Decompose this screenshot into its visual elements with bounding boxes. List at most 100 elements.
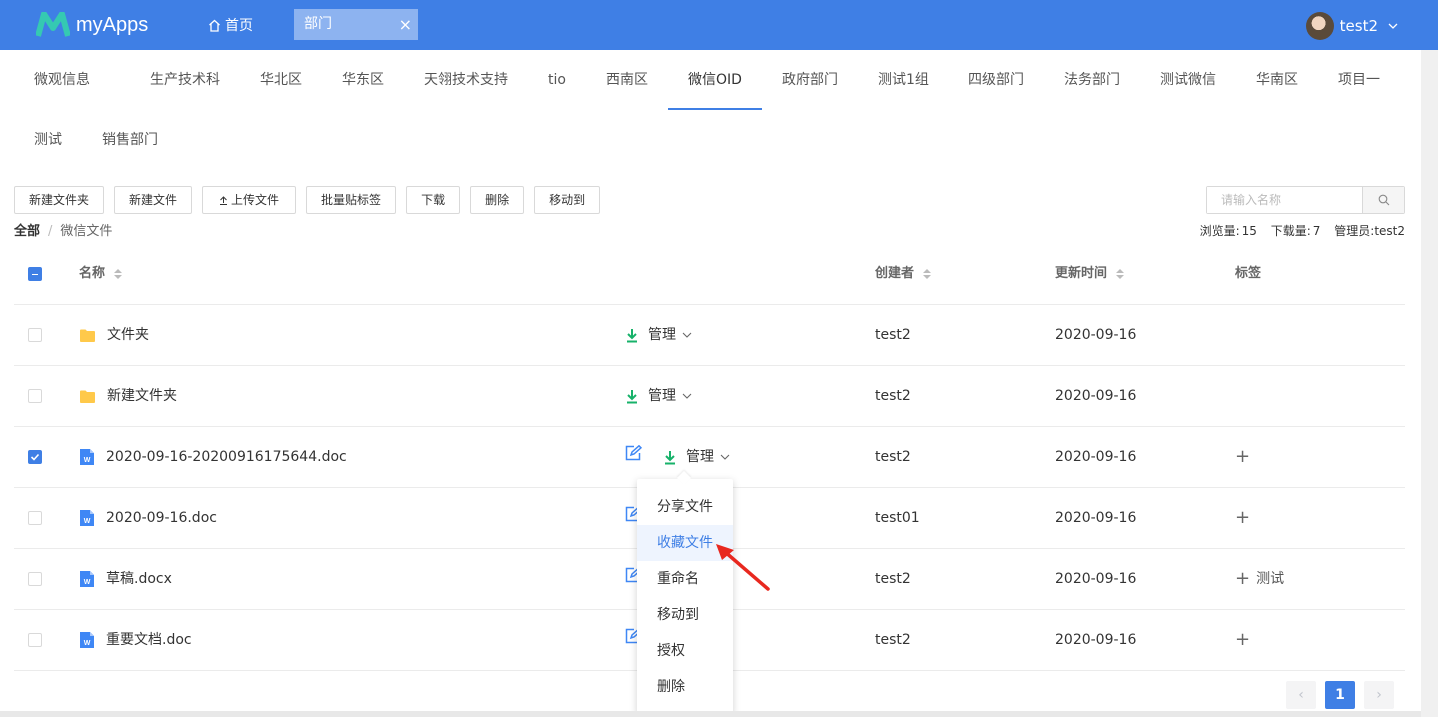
- file-name-cell[interactable]: W 草稿.docx: [80, 549, 172, 609]
- top-bar: myApps 首页 部门 × test2: [0, 0, 1438, 50]
- updated-cell: 2020-09-16: [1055, 571, 1137, 587]
- department-tab[interactable]: 项目一: [1338, 50, 1380, 110]
- user-menu[interactable]: test2: [1305, 12, 1398, 40]
- column-creator-label: 创建者: [875, 266, 915, 281]
- admin-label: 管理员:: [1334, 224, 1375, 238]
- search-icon: [1378, 194, 1389, 206]
- file-name-cell[interactable]: 新建文件夹: [80, 366, 177, 426]
- row-checkbox[interactable]: [28, 450, 42, 464]
- department-tab[interactable]: 政府部门: [782, 50, 838, 110]
- department-tab[interactable]: 测试1组: [878, 50, 929, 110]
- menu-item[interactable]: 分享文件: [637, 489, 733, 525]
- department-tab[interactable]: 华南区: [1256, 50, 1298, 110]
- folder-icon: [80, 329, 95, 342]
- file-name-cell[interactable]: W 重要文档.doc: [80, 610, 192, 670]
- plus-icon[interactable]: +: [1235, 549, 1250, 609]
- open-tab-label: 部门: [304, 16, 332, 32]
- file-name-cell[interactable]: W 2020-09-16.doc: [80, 488, 217, 548]
- stats-bar: 浏览量: 15 下载量: 7 管理员:test2: [1194, 222, 1405, 239]
- next-page-button[interactable]: ›: [1364, 681, 1394, 709]
- plus-icon[interactable]: +: [1235, 610, 1250, 670]
- vertical-scrollbar[interactable]: [1421, 50, 1438, 717]
- plus-icon[interactable]: +: [1235, 427, 1250, 487]
- download-button[interactable]: 下载: [406, 186, 461, 214]
- row-checkbox[interactable]: [28, 389, 42, 403]
- column-header-creator[interactable]: 创建者: [875, 244, 931, 304]
- column-name-label: 名称: [79, 266, 106, 281]
- horizontal-scrollbar[interactable]: [0, 711, 1421, 717]
- home-tab[interactable]: 首页: [208, 15, 253, 35]
- department-tab[interactable]: 法务部门: [1064, 50, 1120, 110]
- tag-cell: +: [1235, 488, 1256, 548]
- select-all-checkbox[interactable]: [28, 267, 42, 281]
- file-name: 新建文件夹: [107, 388, 177, 404]
- svg-text:W: W: [84, 579, 91, 586]
- new-folder-button[interactable]: 新建文件夹: [14, 186, 105, 214]
- department-tab[interactable]: 微信OID: [668, 50, 762, 110]
- breadcrumb-root[interactable]: 全部: [14, 224, 40, 239]
- search-button[interactable]: [1362, 187, 1404, 213]
- batch-tag-button[interactable]: 批量贴标签: [306, 186, 397, 214]
- creator-cell: test2: [875, 327, 911, 343]
- menu-item[interactable]: 授权: [637, 633, 733, 669]
- manage-dropdown-trigger[interactable]: 管理: [648, 305, 676, 365]
- check-icon: [30, 453, 40, 461]
- sort-icon: [1115, 268, 1124, 279]
- move-to-button[interactable]: 移动到: [534, 186, 601, 214]
- manage-dropdown-trigger[interactable]: 管理: [648, 366, 676, 426]
- department-tab[interactable]: tio: [548, 50, 566, 110]
- open-tab-department[interactable]: 部门 ×: [294, 9, 418, 40]
- department-tab[interactable]: 微观信息: [34, 50, 90, 110]
- download-icon[interactable]: [626, 389, 638, 404]
- tag-label[interactable]: 测试: [1256, 549, 1284, 609]
- row-checkbox[interactable]: [28, 633, 42, 647]
- table-row[interactable]: 文件夹 管理 test2 2020-09-16: [14, 305, 1405, 366]
- creator-cell: test2: [875, 632, 911, 648]
- download-icon[interactable]: [664, 450, 676, 465]
- row-checkbox[interactable]: [28, 328, 42, 342]
- downloads-count: 7: [1312, 224, 1321, 238]
- file-name-cell[interactable]: W 2020-09-16-20200916175644.doc: [80, 427, 347, 487]
- sort-icon: [113, 268, 122, 279]
- sort-icon: [922, 268, 931, 279]
- edit-icon[interactable]: [625, 444, 643, 461]
- department-tab[interactable]: 测试: [34, 110, 62, 170]
- logo-icon: [36, 12, 70, 37]
- creator-cell: test01: [875, 510, 920, 526]
- app-logo[interactable]: myApps: [36, 10, 148, 40]
- department-tab[interactable]: 华北区: [260, 50, 302, 110]
- upload-file-button[interactable]: 上传文件: [202, 186, 297, 214]
- word-doc-icon: W: [80, 571, 94, 587]
- search-input[interactable]: [1207, 187, 1362, 213]
- updated-cell: 2020-09-16: [1055, 327, 1137, 343]
- close-icon[interactable]: ×: [399, 9, 412, 40]
- row-checkbox[interactable]: [28, 511, 42, 525]
- prev-page-button[interactable]: ‹: [1286, 681, 1316, 709]
- column-header-tags: 标签: [1235, 266, 1262, 281]
- file-toolbar: 新建文件夹 新建文件 上传文件 批量贴标签 下载 删除 移动到: [14, 186, 610, 214]
- department-tab[interactable]: 测试微信: [1160, 50, 1216, 110]
- menu-item[interactable]: 删除: [637, 669, 733, 705]
- new-file-button[interactable]: 新建文件: [114, 186, 193, 214]
- page-1-button[interactable]: 1: [1325, 681, 1355, 709]
- delete-button[interactable]: 删除: [470, 186, 525, 214]
- search-box: [1206, 186, 1405, 214]
- department-tab[interactable]: 生产技术科: [150, 50, 220, 110]
- breadcrumb-current: 微信文件: [60, 224, 113, 239]
- department-tab[interactable]: 西南区: [606, 50, 648, 110]
- views-label: 浏览量:: [1199, 224, 1240, 238]
- department-tab[interactable]: 销售部门: [102, 110, 158, 170]
- department-tab[interactable]: 四级部门: [968, 50, 1024, 110]
- upload-file-label: 上传文件: [231, 193, 280, 207]
- file-name-cell[interactable]: 文件夹: [80, 305, 149, 365]
- column-header-name[interactable]: 名称: [79, 244, 122, 304]
- row-checkbox[interactable]: [28, 572, 42, 586]
- plus-icon[interactable]: +: [1235, 488, 1250, 548]
- chevron-down-icon: [1388, 23, 1398, 29]
- download-icon[interactable]: [626, 328, 638, 343]
- menu-item[interactable]: 移动到: [637, 597, 733, 633]
- department-tab[interactable]: 华东区: [342, 50, 384, 110]
- column-header-updated[interactable]: 更新时间: [1055, 244, 1124, 304]
- table-row[interactable]: 新建文件夹 管理 test2 2020-09-16: [14, 366, 1405, 427]
- department-tab[interactable]: 天翎技术支持: [424, 50, 508, 110]
